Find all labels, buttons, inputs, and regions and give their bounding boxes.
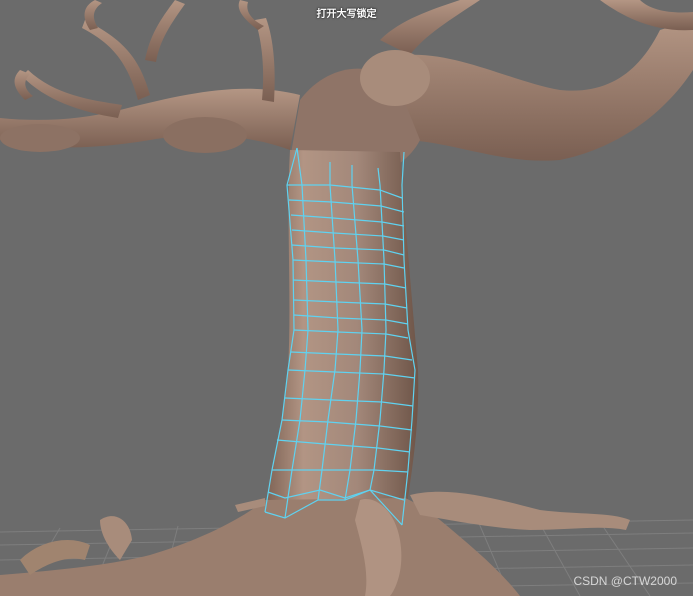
tree-branches (0, 0, 693, 175)
3d-viewport[interactable]: 打开大写锁定 CSDN @CTW2000 (0, 0, 693, 596)
tree-trunk (265, 150, 419, 520)
status-message: 打开大写锁定 (316, 9, 377, 20)
watermark: CSDN @CTW2000 (573, 574, 677, 588)
tree-model-render (0, 0, 693, 596)
